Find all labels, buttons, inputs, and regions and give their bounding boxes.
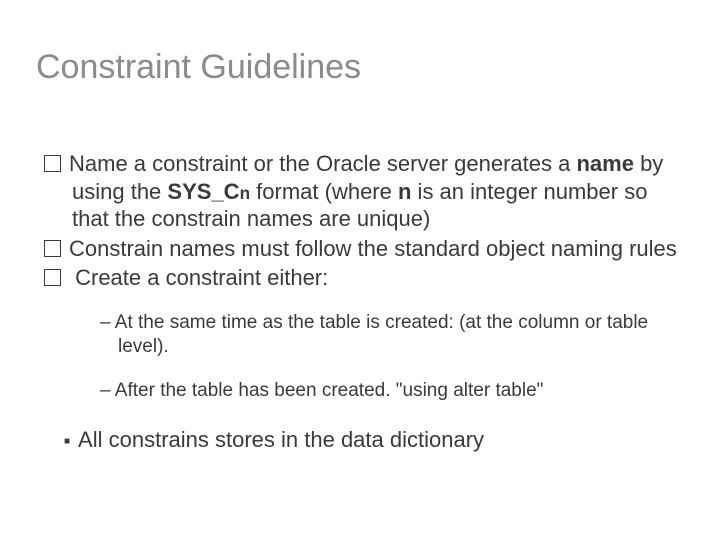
checkbox-icon bbox=[44, 155, 61, 172]
sub-item-1: – At the same time as the table is creat… bbox=[100, 311, 680, 360]
square-bullet-icon: ■ bbox=[64, 436, 70, 447]
final-item: ■ All constrains stores in the data dicti… bbox=[64, 426, 680, 454]
bullet-3-text: Create a constraint either: bbox=[69, 265, 328, 290]
bullet-1-sysc-n: n bbox=[240, 183, 250, 203]
bullet-1-sysc: SYS_C bbox=[167, 179, 239, 204]
checkbox-icon bbox=[44, 269, 61, 286]
slide-body: Name a constraint or the Oracle server g… bbox=[44, 150, 680, 475]
bullet-2-text: Constrain names must follow the standard… bbox=[69, 236, 677, 261]
sub-list: – At the same time as the table is creat… bbox=[100, 311, 680, 404]
bullet-1-post1: format (where bbox=[250, 179, 398, 204]
sub-item-2: – After the table has been created. "usi… bbox=[100, 379, 680, 404]
bullet-1-bold-name: name bbox=[576, 151, 633, 176]
final-list: ■ All constrains stores in the data dicti… bbox=[64, 426, 680, 454]
slide: Constraint Guidelines Name a constraint … bbox=[0, 0, 720, 540]
checkbox-icon bbox=[44, 240, 61, 257]
final-text: All constrains stores in the data dictio… bbox=[78, 427, 484, 452]
slide-title: Constraint Guidelines bbox=[36, 48, 361, 87]
bullet-1-text-pre: Name a constraint or the Oracle server g… bbox=[69, 151, 576, 176]
bullet-item-2: Constrain names must follow the standard… bbox=[44, 235, 680, 263]
bullet-item-3: Create a constraint either: bbox=[44, 264, 680, 292]
bullet-item-1: Name a constraint or the Oracle server g… bbox=[44, 150, 680, 233]
bullet-1-bold-n: n bbox=[398, 179, 411, 204]
